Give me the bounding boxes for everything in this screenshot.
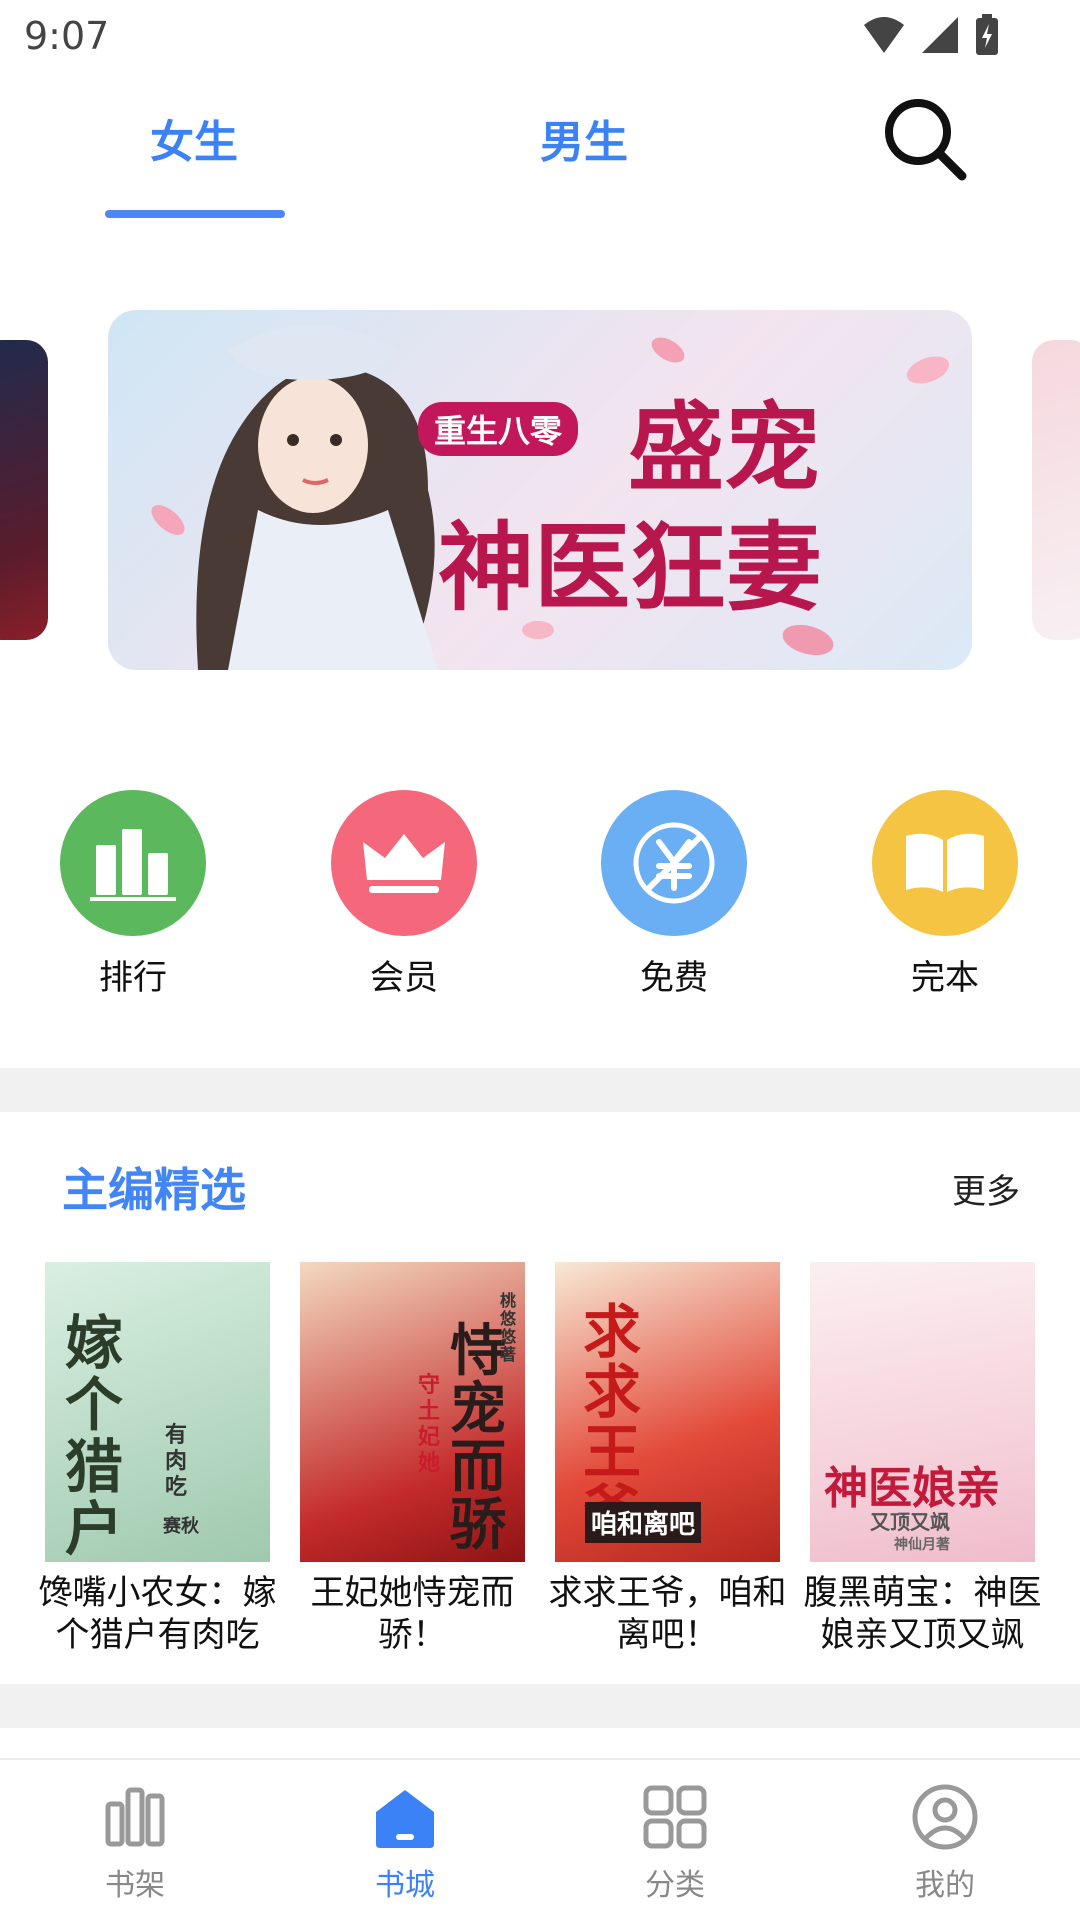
nav-profile[interactable]: 我的 <box>875 1782 1015 1904</box>
home-icon <box>376 1790 434 1848</box>
top-tabs: 女生 男生 <box>0 72 1080 232</box>
book-cover: 神医娘亲 又顶又飒 神仙月著 <box>810 1262 1035 1562</box>
shortcut-vip[interactable]: 会员 <box>314 790 494 999</box>
banner-badge: 重生八零 <box>418 402 579 456</box>
free-yuan-icon <box>601 790 747 936</box>
section-divider <box>0 1068 1080 1112</box>
signal-icon <box>922 17 958 53</box>
book-item[interactable]: 恃宠而骄 守土妃她 桃悠悠著 王妃她恃宠而骄！ <box>285 1262 540 1656</box>
nav-profile-label: 我的 <box>915 1868 975 1903</box>
book-list: 嫁个猎户 有肉吃 赛秋 馋嘴小农女：嫁个猎户有肉吃 恃宠而骄 守土妃她 桃悠悠著… <box>0 1262 1080 1662</box>
banner-title-line2: 神医狂妻 <box>438 511 822 624</box>
bottom-nav: 书架 书城 分类 我的 <box>0 1758 1080 1922</box>
nav-category-label: 分类 <box>645 1868 705 1903</box>
book-cover: 恃宠而骄 守土妃她 桃悠悠著 <box>300 1262 525 1562</box>
shortcut-free-label: 免费 <box>640 958 708 998</box>
book-cover: 求求王爷 咱和离吧 <box>555 1262 780 1562</box>
search-button[interactable] <box>880 94 970 184</box>
bookshelf-icon <box>105 1787 165 1847</box>
book-item[interactable]: 嫁个猎户 有肉吃 赛秋 馋嘴小农女：嫁个猎户有肉吃 <box>30 1262 285 1656</box>
banner-carousel[interactable]: 重生八零 盛宠 神医狂妻 <box>0 300 1080 680</box>
editor-picks-header: 主编精选 更多 <box>0 1112 1080 1252</box>
tab-male[interactable]: 男生 <box>540 106 628 170</box>
cover-author: 赛秋 <box>163 1516 199 1537</box>
grid-icon <box>643 1785 707 1849</box>
shortcut-vip-label: 会员 <box>370 958 438 998</box>
cover-author: 桃悠悠著 <box>500 1291 517 1364</box>
status-time: 9:07 <box>24 14 110 58</box>
more-link[interactable]: 更多 <box>952 1164 1020 1213</box>
nav-bookstore[interactable]: 书城 <box>335 1782 475 1904</box>
active-tab-indicator <box>105 210 285 218</box>
shortcut-finished[interactable]: 完本 <box>855 790 1035 999</box>
section-divider <box>0 1684 1080 1728</box>
crown-icon <box>331 790 477 936</box>
status-icons <box>862 14 1000 56</box>
banner-next-slide[interactable] <box>1032 340 1080 640</box>
shortcut-free[interactable]: 免费 <box>584 790 764 999</box>
nav-bookstore-label: 书城 <box>375 1868 435 1903</box>
tab-female[interactable]: 女生 <box>150 106 238 170</box>
banner-main-slide[interactable]: 重生八零 盛宠 神医狂妻 <box>108 310 972 670</box>
cover-title: 嫁个猎户 <box>65 1309 124 1562</box>
banner-title-line1: 盛宠 <box>628 391 820 504</box>
cover-subtitle: 有肉吃 <box>165 1422 188 1500</box>
book-cover: 嫁个猎户 有肉吃 赛秋 <box>45 1262 270 1562</box>
cover-subtitle: 又顶又飒 <box>870 1510 950 1534</box>
shortcut-row: 排行 会员 免费 完本 <box>0 780 1080 1000</box>
section-title: 主编精选 <box>62 1163 246 1217</box>
shortcut-ranking[interactable]: 排行 <box>43 790 223 999</box>
book-title[interactable]: 馋嘴小农女：嫁个猎户有肉吃 <box>30 1572 285 1656</box>
cover-author: 神仙月著 <box>894 1537 950 1553</box>
search-icon <box>885 99 967 181</box>
shortcut-finished-label: 完本 <box>911 958 979 998</box>
book-item[interactable]: 神医娘亲 又顶又飒 神仙月著 腹黑萌宝：神医娘亲又顶又飒 <box>795 1262 1050 1656</box>
ranking-icon <box>60 790 206 936</box>
nav-bookshelf[interactable]: 书架 <box>65 1782 205 1904</box>
cover-subtitle: 守土妃她 <box>418 1372 441 1476</box>
status-bar: 9:07 <box>0 0 1080 72</box>
wifi-icon <box>864 17 904 53</box>
nav-category[interactable]: 分类 <box>605 1782 745 1904</box>
book-title[interactable]: 王妃她恃宠而骄！ <box>285 1572 540 1656</box>
banner-prev-slide[interactable] <box>0 340 48 640</box>
shortcut-ranking-label: 排行 <box>99 958 167 998</box>
cover-subtitle: 咱和离吧 <box>585 1502 702 1543</box>
book-title[interactable]: 求求王爷，咱和离吧！ <box>540 1572 795 1656</box>
battery-icon <box>976 14 998 55</box>
nav-bookshelf-label: 书架 <box>105 1868 165 1903</box>
book-item[interactable]: 求求王爷 咱和离吧 求求王爷，咱和离吧！ <box>540 1262 795 1656</box>
open-book-icon <box>872 790 1018 936</box>
user-icon <box>912 1784 978 1850</box>
book-title[interactable]: 腹黑萌宝：神医娘亲又顶又飒 <box>795 1572 1050 1656</box>
